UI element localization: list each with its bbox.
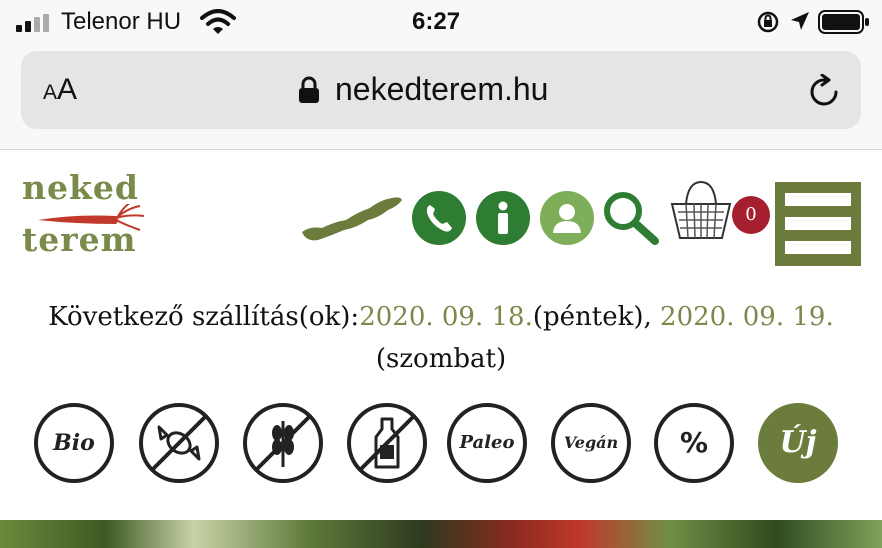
- menu-button[interactable]: [775, 182, 861, 266]
- logo-line1: neked: [22, 168, 139, 207]
- delivery-date-2[interactable]: 2020. 09. 19.: [660, 302, 834, 332]
- filter-bio[interactable]: Bio: [34, 403, 114, 483]
- reload-icon[interactable]: [808, 74, 842, 110]
- filter-vegan[interactable]: Vegán: [551, 403, 631, 483]
- info-icon[interactable]: [476, 191, 530, 245]
- phone-icon[interactable]: [412, 191, 466, 245]
- wheat-free-icon: [255, 415, 311, 471]
- basket-icon[interactable]: [668, 180, 734, 244]
- candy-free-icon: [151, 415, 207, 471]
- text-size-button[interactable]: AA: [43, 73, 77, 107]
- delivery-info: Következő szállítás(ok):2020. 09. 18.(pé…: [0, 296, 882, 380]
- cart-count-badge[interactable]: 0: [732, 196, 770, 234]
- filter-paleo-label: Paleo: [459, 432, 515, 453]
- search-icon[interactable]: [602, 190, 660, 246]
- address-bar[interactable]: AA nekedterem.hu: [21, 51, 861, 129]
- delivery-separator: ,: [643, 302, 661, 332]
- hungary-map-icon[interactable]: [300, 190, 404, 246]
- filter-bio-label: Bio: [53, 430, 95, 456]
- filter-lactose-free[interactable]: [347, 403, 427, 483]
- delivery-label: Következő szállítás(ok):: [48, 302, 360, 332]
- filter-discount[interactable]: %: [654, 403, 734, 483]
- banner-image[interactable]: [0, 520, 882, 548]
- filter-new-label: Új: [779, 425, 817, 460]
- filter-paleo[interactable]: Paleo: [447, 403, 527, 483]
- padlock-icon: [299, 76, 319, 103]
- rotation-lock-icon: [757, 11, 779, 33]
- wifi-icon: [200, 9, 236, 34]
- filter-sugar-free[interactable]: [139, 403, 219, 483]
- delivery-day-1: (péntek): [532, 302, 644, 332]
- logo-line2: terem: [22, 220, 137, 259]
- filter-bar: Bio Paleo Vegán % Új: [34, 403, 844, 483]
- battery-icon: [818, 10, 869, 34]
- filter-discount-label: %: [679, 426, 709, 459]
- filter-vegan-label: Vegán: [563, 433, 619, 452]
- clock: 6:27: [412, 8, 461, 35]
- signal-icon: [16, 14, 52, 32]
- user-icon[interactable]: [540, 191, 594, 245]
- delivery-day-2: (szombat): [375, 344, 507, 374]
- site-logo[interactable]: neked terem: [22, 168, 148, 264]
- carrier-name: Telenor HU: [61, 8, 182, 35]
- status-bar: Telenor HU 6:27: [0, 0, 882, 46]
- milk-bottle-free-icon: [359, 415, 415, 471]
- delivery-date-1[interactable]: 2020. 09. 18.: [359, 302, 533, 332]
- browser-chrome: Telenor HU 6:27 AA nekedterem.hu: [0, 0, 882, 150]
- location-icon: [791, 12, 809, 30]
- filter-gluten-free[interactable]: [243, 403, 323, 483]
- url-text[interactable]: nekedterem.hu: [335, 71, 548, 108]
- filter-new[interactable]: Új: [758, 403, 838, 483]
